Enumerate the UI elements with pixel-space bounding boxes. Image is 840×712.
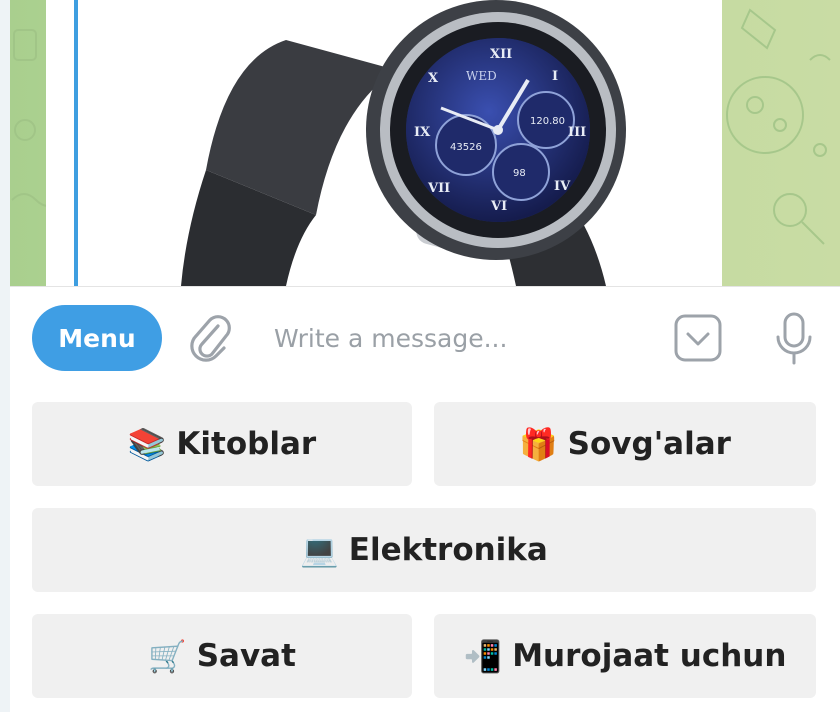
reply-accent-bar bbox=[74, 0, 78, 286]
menu-button[interactable]: Menu bbox=[32, 305, 162, 371]
keyboard-button-sovgalar[interactable]: 🎁 Sovg'alar bbox=[434, 402, 816, 486]
keyboard-toggle-icon[interactable] bbox=[673, 313, 723, 363]
subdial-top-text: 120.80 bbox=[530, 116, 565, 127]
watch-brand-text: WED bbox=[466, 69, 497, 83]
shopping-cart-icon: 🛒 bbox=[148, 638, 187, 675]
svg-text:IX: IX bbox=[414, 125, 431, 140]
phone-arrow-icon: 📲 bbox=[463, 638, 503, 675]
bot-reply-keyboard: 📚 Kitoblar 🎁 Sovg'alar 💻 Elektronika 🛒 S… bbox=[10, 384, 840, 712]
svg-text:XII: XII bbox=[490, 47, 512, 62]
paperclip-icon[interactable] bbox=[188, 314, 234, 364]
keyboard-button-label: Elektronika bbox=[348, 532, 548, 568]
svg-text:IV: IV bbox=[554, 179, 571, 194]
keyboard-button-label: Sovg'alar bbox=[567, 426, 731, 462]
svg-text:VI: VI bbox=[490, 199, 507, 214]
photo-message[interactable]: XII I III IV VI VII IX X WED 43526 120.8… bbox=[46, 0, 722, 286]
books-icon: 📚 bbox=[127, 426, 167, 463]
left-rail bbox=[0, 0, 10, 712]
message-input[interactable] bbox=[272, 313, 656, 363]
keyboard-button-label: Kitoblar bbox=[176, 426, 317, 462]
subdial-left-text: 43526 bbox=[450, 142, 482, 153]
keyboard-button-label: Murojaat uchun bbox=[512, 638, 787, 674]
product-image[interactable]: XII I III IV VI VII IX X WED 43526 120.8… bbox=[166, 0, 626, 286]
subdial-bottom-text: 98 bbox=[513, 168, 526, 179]
laptop-icon: 💻 bbox=[300, 532, 339, 569]
svg-text:X: X bbox=[428, 71, 439, 86]
keyboard-button-kitoblar[interactable]: 📚 Kitoblar bbox=[32, 402, 412, 486]
microphone-icon[interactable] bbox=[775, 311, 813, 367]
svg-text:I: I bbox=[552, 69, 558, 84]
message-composer: Menu bbox=[10, 286, 840, 385]
gift-icon: 🎁 bbox=[519, 426, 558, 463]
keyboard-button-savat[interactable]: 🛒 Savat bbox=[32, 614, 412, 698]
keyboard-button-label: Savat bbox=[196, 638, 296, 674]
keyboard-button-murojaat-uchun[interactable]: 📲 Murojaat uchun bbox=[434, 614, 816, 698]
keyboard-button-elektronika[interactable]: 💻 Elektronika bbox=[32, 508, 816, 592]
svg-text:III: III bbox=[568, 125, 586, 140]
svg-text:VII: VII bbox=[427, 181, 450, 196]
